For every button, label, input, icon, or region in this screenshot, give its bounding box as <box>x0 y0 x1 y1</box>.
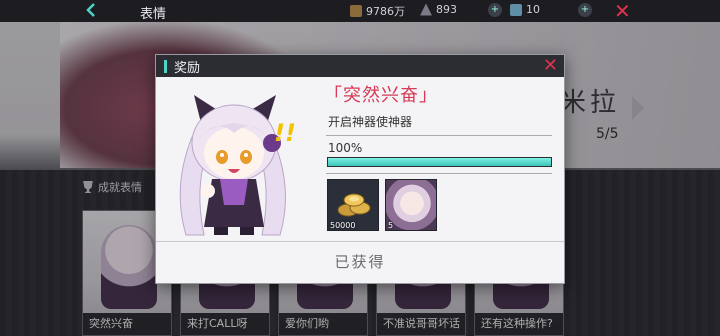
gold-coins-icon <box>337 193 371 217</box>
reward-items: 50000 5 <box>327 179 437 231</box>
energy-icon <box>510 3 522 16</box>
resource-value: 893 <box>436 3 457 16</box>
divider <box>326 173 552 174</box>
resource-coin: 9786万 <box>350 3 405 19</box>
reward-quantity: 5 <box>388 221 394 230</box>
resource-energy: 10 <box>510 3 540 16</box>
progress-bar-fill <box>328 158 551 166</box>
dialog-title: 奖励 <box>174 60 201 76</box>
achievement-description: 开启神器使神器 <box>328 115 413 129</box>
top-bar: 表情 9786万 893 + 10 + ✕ <box>0 0 720 22</box>
divider <box>326 135 552 136</box>
reward-item[interactable]: 50000 <box>327 179 379 231</box>
page-title: 表情 <box>140 7 167 22</box>
coin-icon <box>350 5 362 17</box>
back-arrow-icon <box>86 3 95 17</box>
progress-bar <box>327 157 552 167</box>
reward-item[interactable]: 5 <box>385 179 437 231</box>
resource-value: 10 <box>526 3 540 16</box>
back-button[interactable] <box>84 2 104 20</box>
crystal-icon <box>420 3 432 16</box>
close-page-icon[interactable]: ✕ <box>614 0 631 22</box>
resource-value: 9786万 <box>366 5 405 18</box>
add-energy-button[interactable]: + <box>578 3 592 17</box>
obtained-status: 已获得 <box>334 253 386 271</box>
reward-quantity: 50000 <box>330 221 356 230</box>
close-dialog-icon[interactable]: ✕ <box>543 56 558 76</box>
progress-percent: 100% <box>328 141 363 155</box>
footer-divider <box>156 241 564 242</box>
chibi-mascot-image <box>179 95 286 236</box>
achievement-name: 「突然兴奋」 <box>324 85 438 106</box>
dialog-header: 奖励 ✕ <box>156 55 564 77</box>
resource-crystal: 893 <box>420 3 457 16</box>
header-accent <box>164 59 167 73</box>
add-crystal-button[interactable]: + <box>488 3 502 17</box>
reward-dialog: 奖励 ✕ !! 「突然兴奋」 开启神器使神器 100% 50000 5 已获得 <box>155 54 565 284</box>
exclamation-icon: !! <box>274 119 296 147</box>
character-avatar-icon <box>386 180 436 230</box>
